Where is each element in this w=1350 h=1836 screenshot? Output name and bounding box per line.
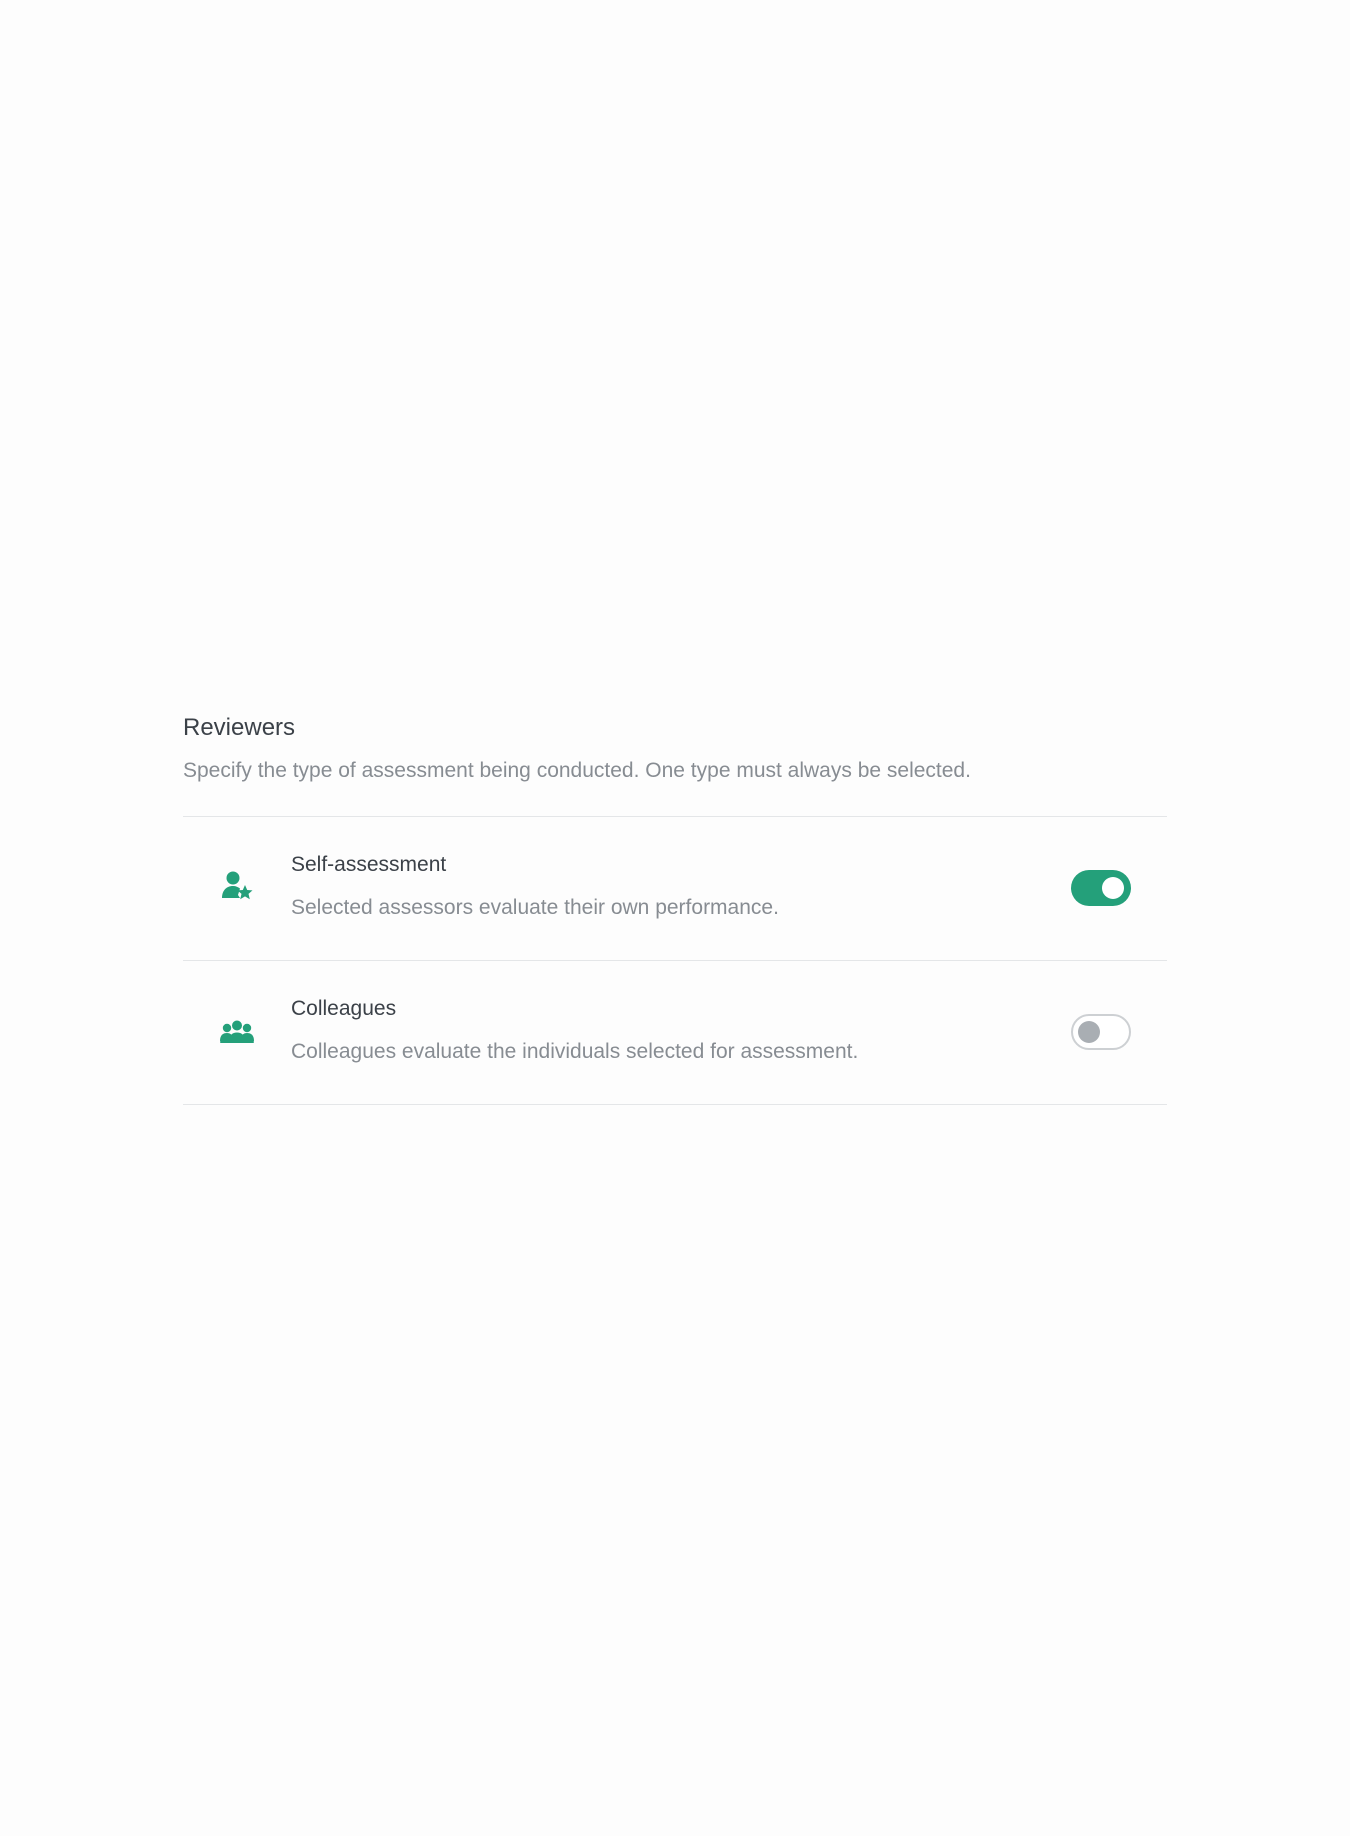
- colleagues-toggle[interactable]: [1071, 1014, 1131, 1050]
- user-star-icon: [219, 869, 255, 905]
- option-title: Colleagues: [291, 997, 397, 1020]
- option-description: Selected assessors evaluate their own pe…: [291, 896, 779, 919]
- option-row-self-assessment: Self-assessment Selected assessors evalu…: [183, 817, 1167, 961]
- group-icon: [219, 1013, 255, 1049]
- self-assessment-toggle[interactable]: [1071, 870, 1131, 906]
- toggle-knob: [1102, 877, 1124, 899]
- toggle-knob: [1078, 1021, 1100, 1043]
- option-description: Colleagues evaluate the individuals sele…: [291, 1040, 859, 1063]
- section-title: Reviewers: [183, 714, 296, 741]
- option-title: Self-assessment: [291, 853, 447, 876]
- section-description: Specify the type of assessment being con…: [183, 759, 971, 782]
- reviewers-section: Reviewers Specify the type of assessment…: [183, 712, 1167, 1105]
- option-row-colleagues: Colleagues Colleagues evaluate the indiv…: [183, 961, 1167, 1105]
- reviewer-options-list: Self-assessment Selected assessors evalu…: [183, 816, 1167, 1105]
